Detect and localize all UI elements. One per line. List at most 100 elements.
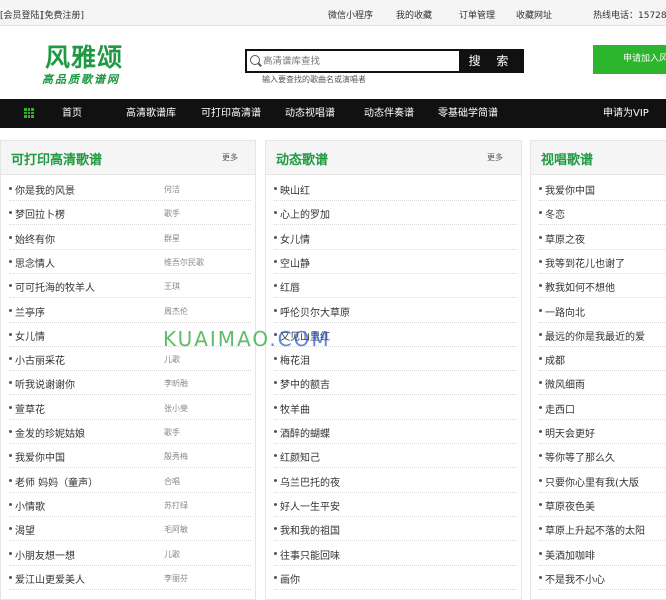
song-title[interactable]: 我爱你中国 bbox=[15, 449, 65, 464]
song-list-item[interactable]: 小朋友想一想 儿歌 bbox=[9, 542, 251, 566]
song-title[interactable]: 红唇 bbox=[280, 279, 300, 294]
song-list-item[interactable]: 红颜知己 bbox=[274, 444, 517, 469]
song-list-item[interactable]: 明天会更好 bbox=[539, 420, 666, 444]
song-title[interactable]: 爱江山更爱美人 bbox=[15, 571, 85, 586]
apply-join-button[interactable]: 申请加入风雅 bbox=[593, 45, 666, 74]
nav-dynamic-accompany[interactable]: 动态伴奏谱 bbox=[364, 99, 414, 128]
song-title[interactable]: 微风细雨 bbox=[545, 376, 585, 391]
song-list-item[interactable]: 空山静 bbox=[274, 250, 517, 274]
song-title[interactable]: 草原之夜 bbox=[545, 231, 585, 246]
song-list-item[interactable]: 美酒加咖啡 bbox=[539, 542, 666, 566]
song-title[interactable]: 冬恋 bbox=[545, 206, 565, 221]
song-title[interactable]: 金发的珍妮姑娘 bbox=[15, 425, 85, 440]
song-title[interactable]: 听我说谢谢你 bbox=[15, 376, 75, 391]
song-title[interactable]: 兰亭序 bbox=[15, 304, 45, 319]
song-title[interactable]: 始终有你 bbox=[15, 231, 55, 246]
more-link[interactable]: 更多 bbox=[487, 152, 503, 163]
song-list-item[interactable]: 教我如何不想他 bbox=[539, 274, 666, 299]
song-title[interactable]: 教我如何不想他 bbox=[545, 279, 615, 294]
song-list-item[interactable]: 冬恋 bbox=[539, 201, 666, 226]
song-title[interactable]: 明天会更好 bbox=[545, 425, 595, 440]
song-list-item[interactable]: 你是我的风景 何洁 bbox=[9, 177, 251, 201]
bookmark-site-link[interactable]: 收藏网址 bbox=[516, 8, 552, 21]
site-logo[interactable]: 风雅颂 bbox=[45, 38, 123, 74]
song-list-item[interactable]: 小情歌 苏打绿 bbox=[9, 493, 251, 517]
song-list-item[interactable]: 最远的你是我最近的爱 bbox=[539, 323, 666, 347]
song-list-item[interactable]: 草原之夜 bbox=[539, 226, 666, 250]
song-title[interactable]: 最远的你是我最近的爱 bbox=[545, 328, 645, 343]
song-list-item[interactable]: 梦中的额吉 bbox=[274, 371, 517, 396]
song-list-item[interactable]: 萱草花 张小斐 bbox=[9, 396, 251, 420]
nav-apply-vip[interactable]: 申请为VIP bbox=[603, 99, 649, 128]
grid-menu-icon[interactable] bbox=[24, 108, 34, 118]
nav-printable[interactable]: 可打印高清谱 bbox=[201, 99, 261, 128]
song-title[interactable]: 梦回拉卜楞 bbox=[15, 206, 65, 221]
song-title[interactable]: 老师 妈妈（童声） bbox=[15, 474, 98, 489]
song-list-item[interactable]: 草原夜色美 bbox=[539, 493, 666, 517]
song-title[interactable]: 女儿情 bbox=[15, 328, 45, 343]
song-title[interactable]: 等你等了那么久 bbox=[545, 449, 615, 464]
song-list-item[interactable]: 我爱你中国 殷秀梅 bbox=[9, 444, 251, 469]
nav-hd-library[interactable]: 高清歌谱库 bbox=[126, 99, 176, 128]
song-title[interactable]: 我和我的祖国 bbox=[280, 522, 340, 537]
song-title[interactable]: 心上的罗加 bbox=[280, 206, 330, 221]
song-list-item[interactable]: 老师 妈妈（童声） 合唱 bbox=[9, 469, 251, 493]
song-title[interactable]: 走西口 bbox=[545, 401, 575, 416]
song-list-item[interactable]: 乌兰巴托的夜 bbox=[274, 469, 517, 493]
song-title[interactable]: 草原上升起不落的太阳 bbox=[545, 522, 645, 537]
song-list-item[interactable]: 金发的珍妮姑娘 歌手 bbox=[9, 420, 251, 444]
song-title[interactable]: 萱草花 bbox=[15, 401, 45, 416]
song-title[interactable]: 好人一生平安 bbox=[280, 498, 340, 513]
song-title[interactable]: 梅花泪 bbox=[280, 352, 310, 367]
song-title[interactable]: 女儿情 bbox=[280, 231, 310, 246]
song-list-item[interactable]: 草原上升起不落的太阳 bbox=[539, 517, 666, 542]
song-list-item[interactable]: 成都 bbox=[539, 347, 666, 372]
song-title[interactable]: 渴望 bbox=[15, 522, 35, 537]
song-list-item[interactable]: 始终有你 群星 bbox=[9, 226, 251, 250]
song-list-item[interactable]: 兰亭序 周杰伦 bbox=[9, 299, 251, 323]
song-list-item[interactable]: 好人一生平安 bbox=[274, 493, 517, 517]
register-link[interactable]: [免费注册] bbox=[41, 8, 84, 21]
song-title[interactable]: 草原夜色美 bbox=[545, 498, 595, 513]
song-title[interactable]: 酒醉的蝴蝶 bbox=[280, 425, 330, 440]
song-list-item[interactable]: 心上的罗加 bbox=[274, 201, 517, 226]
song-list-item[interactable]: 等你等了那么久 bbox=[539, 444, 666, 469]
song-list-item[interactable]: 一路向北 bbox=[539, 299, 666, 323]
song-list-item[interactable]: 我和我的祖国 bbox=[274, 517, 517, 542]
song-title[interactable]: 映山红 bbox=[280, 182, 310, 197]
my-favorites-link[interactable]: 我的收藏 bbox=[396, 8, 432, 21]
nav-beginner-notation[interactable]: 零基础学简谱 bbox=[438, 99, 498, 128]
order-management-link[interactable]: 订单管理 bbox=[459, 8, 495, 21]
search-button[interactable]: 搜 索 bbox=[459, 49, 524, 73]
song-list-item[interactable]: 微风细雨 bbox=[539, 371, 666, 396]
song-title[interactable]: 乌兰巴托的夜 bbox=[280, 474, 340, 489]
song-title[interactable]: 空山静 bbox=[280, 255, 310, 270]
song-title[interactable]: 小情歌 bbox=[15, 498, 45, 513]
song-list-item[interactable]: 呼伦贝尔大草原 bbox=[274, 299, 517, 323]
nav-dynamic-sing[interactable]: 动态视唱谱 bbox=[285, 99, 335, 128]
song-title[interactable]: 一路向北 bbox=[545, 304, 585, 319]
nav-home[interactable]: 首页 bbox=[62, 99, 82, 128]
song-title[interactable]: 我爱你中国 bbox=[545, 182, 595, 197]
song-list-item[interactable]: 我爱你中国 bbox=[539, 177, 666, 201]
song-list-item[interactable]: 可可托海的牧羊人 王琪 bbox=[9, 274, 251, 299]
song-title[interactable]: 可可托海的牧羊人 bbox=[15, 279, 95, 294]
song-title[interactable]: 画你 bbox=[280, 571, 300, 586]
song-title[interactable]: 往事只能回味 bbox=[280, 547, 340, 562]
song-title[interactable]: 红颜知己 bbox=[280, 449, 320, 464]
song-list-item[interactable]: 映山红 bbox=[274, 177, 517, 201]
song-list-item[interactable]: 走西口 bbox=[539, 396, 666, 420]
song-list-item[interactable]: 牧羊曲 bbox=[274, 396, 517, 420]
login-link[interactable]: [会员登陆] bbox=[0, 8, 43, 21]
song-list-item[interactable]: 思念情人 维吾尔民歌 bbox=[9, 250, 251, 274]
song-list-item[interactable]: 只要你心里有我(大版 bbox=[539, 469, 666, 493]
song-list-item[interactable]: 我等到花儿也谢了 bbox=[539, 250, 666, 274]
mini-program-link[interactable]: 微信小程序 bbox=[328, 8, 373, 21]
song-title[interactable]: 小朋友想一想 bbox=[15, 547, 75, 562]
song-title[interactable]: 美酒加咖啡 bbox=[545, 547, 595, 562]
song-list-item[interactable]: 梦回拉卜楞 歌手 bbox=[9, 201, 251, 226]
song-list-item[interactable]: 往事只能回味 bbox=[274, 542, 517, 566]
song-list-item[interactable]: 酒醉的蝴蝶 bbox=[274, 420, 517, 444]
song-title[interactable]: 我等到花儿也谢了 bbox=[545, 255, 625, 270]
song-title[interactable]: 小古丽采花 bbox=[15, 352, 65, 367]
